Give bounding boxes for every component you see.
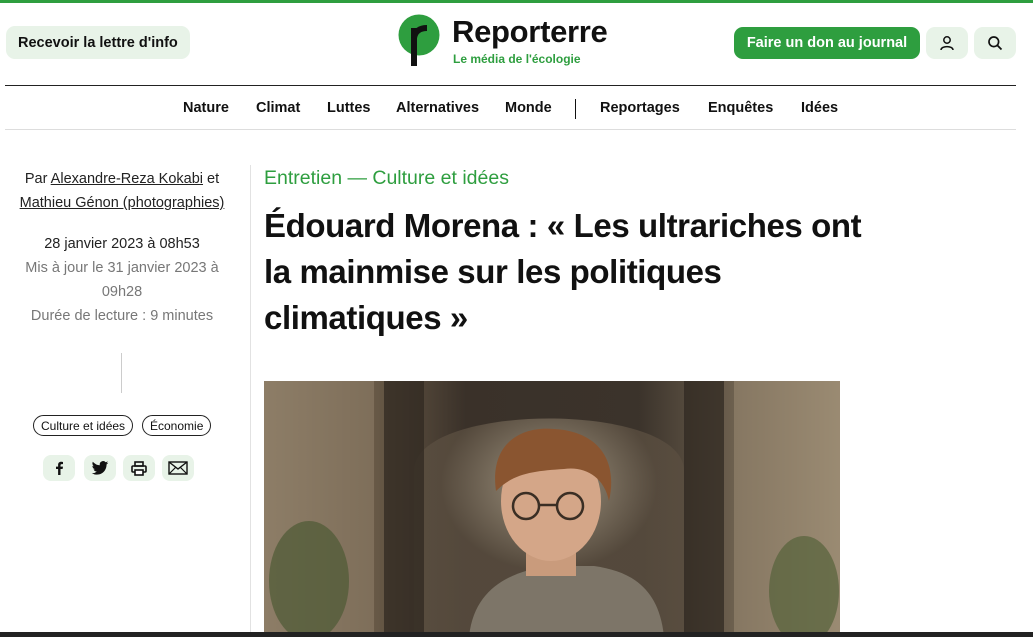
share-facebook-button[interactable]	[43, 455, 75, 481]
byline-and: et	[207, 171, 220, 187]
nav-item-monde[interactable]: Monde	[505, 100, 552, 116]
site-logo[interactable]: Reporterre Le média de l'écologie	[398, 14, 608, 66]
logo-tagline: Le média de l'écologie	[453, 52, 581, 66]
logo-mark-icon	[398, 14, 440, 66]
nav-separator	[575, 99, 576, 119]
search-button[interactable]	[974, 27, 1016, 59]
print-icon	[131, 460, 147, 476]
share-mail-button[interactable]	[162, 455, 194, 481]
mail-icon	[168, 461, 188, 475]
updated-date: Mis à jour le 31 janvier 2023 à 09h28	[25, 260, 219, 300]
tag-economie[interactable]: Économie	[142, 415, 212, 436]
top-accent-line	[0, 0, 1033, 3]
meta-divider	[121, 353, 122, 393]
facebook-icon	[56, 461, 63, 475]
main-nav: Nature Climat Luttes Alternatives Monde …	[0, 86, 1033, 130]
nav-item-luttes[interactable]: Luttes	[327, 100, 371, 116]
reading-time: Durée de lecture : 9 minutes	[30, 308, 214, 324]
user-icon	[940, 36, 954, 51]
logo-name: Reporterre	[452, 14, 608, 49]
print-button[interactable]	[123, 455, 155, 481]
nav-item-alternatives[interactable]: Alternatives	[396, 100, 479, 116]
tag-culture-et-idees[interactable]: Culture et idées	[33, 415, 134, 436]
twitter-icon	[91, 460, 109, 475]
account-button[interactable]	[926, 27, 968, 59]
column-divider	[250, 165, 251, 637]
published-date: 28 janvier 2023 à 08h53	[44, 236, 200, 252]
nav-divider	[5, 129, 1016, 130]
nav-item-nature[interactable]: Nature	[183, 100, 229, 116]
nav-item-idees[interactable]: Idées	[801, 100, 838, 116]
nav-item-enquetes[interactable]: Enquêtes	[708, 100, 773, 116]
article-photo	[264, 381, 840, 637]
donate-button[interactable]: Faire un don au journal	[734, 27, 920, 59]
bottom-bar	[0, 632, 1033, 637]
byline-prefix: Par	[24, 171, 48, 187]
share-twitter-button[interactable]	[84, 455, 116, 481]
article-meta: Par Alexandre-Reza Kokabi et Mathieu Gén…	[0, 167, 244, 328]
nav-item-reportages[interactable]: Reportages	[600, 100, 680, 116]
author-link-genon[interactable]: Mathieu Génon (photographies)	[20, 195, 225, 211]
author-link-kokabi[interactable]: Alexandre-Reza Kokabi	[51, 171, 203, 187]
article-headline: Édouard Morena : « Les ultrariches ont l…	[264, 207, 862, 336]
newsletter-button[interactable]: Recevoir la lettre d'info	[6, 26, 190, 59]
byline: Par Alexandre-Reza Kokabi et Mathieu Gén…	[0, 167, 244, 215]
article-kicker[interactable]: Entretien — Culture et idées	[264, 167, 509, 190]
search-icon	[988, 36, 1003, 51]
nav-item-climat[interactable]: Climat	[256, 100, 300, 116]
